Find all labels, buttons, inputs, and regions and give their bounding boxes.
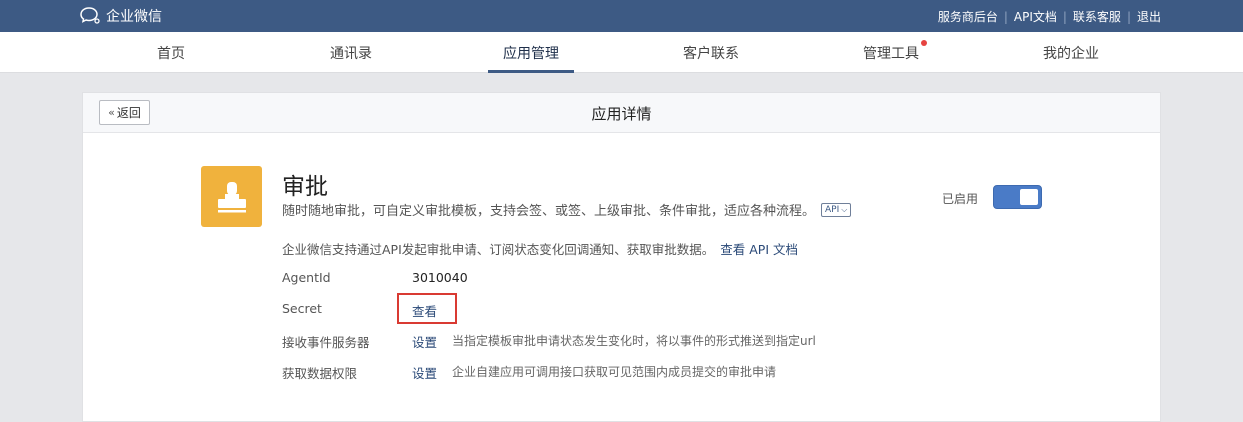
status-label: 已启用 bbox=[942, 192, 979, 206]
view-api-docs-link[interactable]: 查看 API 文档 bbox=[720, 242, 798, 257]
logo[interactable]: 企业微信 bbox=[80, 6, 162, 26]
divider: | bbox=[1003, 9, 1008, 24]
wecom-logo-icon bbox=[80, 7, 100, 24]
tab-management-tools[interactable]: 管理工具 bbox=[863, 43, 919, 63]
secret-highlight-box bbox=[397, 293, 457, 324]
app-name: 审批 bbox=[282, 174, 328, 200]
tab-contacts[interactable]: 通讯录 bbox=[330, 43, 372, 63]
app-description-text: 随时随地审批，可自定义审批模板，支持会签、或签、上级审批、条件审批，适应各种流程… bbox=[282, 204, 816, 219]
event-server-settings-link[interactable]: 设置 bbox=[412, 332, 437, 351]
active-tab-indicator bbox=[488, 70, 574, 73]
page-title: 应用详情 bbox=[591, 105, 652, 123]
top-bar: 企业微信 服务商后台 | API文档 | 联系客服 | 退出 bbox=[0, 0, 1243, 32]
tab-home[interactable]: 首页 bbox=[157, 43, 185, 63]
top-links: 服务商后台 | API文档 | 联系客服 | 退出 bbox=[938, 8, 1161, 25]
data-permission-settings-link[interactable]: 设置 bbox=[412, 363, 437, 382]
provider-console-link[interactable]: 服务商后台 bbox=[938, 8, 998, 25]
enable-toggle[interactable] bbox=[993, 185, 1042, 209]
event-server-hint: 当指定模板审批申请状态发生变化时，将以事件的形式推送到指定url bbox=[452, 334, 816, 348]
agentid-label: AgentId bbox=[282, 270, 331, 285]
tab-customer-contact[interactable]: 客户联系 bbox=[683, 43, 739, 63]
event-server-label: 接收事件服务器 bbox=[282, 335, 370, 350]
toggle-knob bbox=[1020, 189, 1038, 205]
logout-link[interactable]: 退出 bbox=[1137, 8, 1161, 25]
api-tag[interactable]: API ⌵ bbox=[821, 202, 852, 217]
api-note-text: 企业微信支持通过API发起审批申请、订阅状态变化回调通知、获取审批数据。 bbox=[282, 242, 715, 257]
app-detail-card: « 返回 应用详情 审批 随时随地审批，可自定义审批模板，支持会签、或签、上级审… bbox=[82, 92, 1161, 422]
divider: | bbox=[1062, 9, 1067, 24]
api-docs-link[interactable]: API文档 bbox=[1014, 8, 1057, 25]
tab-my-enterprise[interactable]: 我的企业 bbox=[1043, 43, 1099, 63]
divider: | bbox=[1126, 9, 1131, 24]
data-permission-hint: 企业自建应用可调用接口获取可见范围内成员提交的审批申请 bbox=[452, 365, 777, 379]
card-header: « 返回 应用详情 bbox=[83, 93, 1160, 133]
stamp-icon bbox=[201, 166, 262, 227]
api-note: 企业微信支持通过API发起审批申请、订阅状态变化回调通知、获取审批数据。 查看 A… bbox=[282, 239, 798, 258]
tab-app-management[interactable]: 应用管理 bbox=[503, 43, 559, 63]
app-description: 随时随地审批，可自定义审批模板，支持会签、或签、上级审批、条件审批，适应各种流程… bbox=[282, 200, 852, 219]
logo-text: 企业微信 bbox=[106, 9, 162, 25]
secret-label: Secret bbox=[282, 301, 322, 316]
contact-support-link[interactable]: 联系客服 bbox=[1073, 8, 1121, 25]
notification-dot bbox=[921, 40, 927, 46]
chevron-down-icon: ⌵ bbox=[841, 204, 848, 214]
data-permission-label: 获取数据权限 bbox=[282, 366, 358, 381]
api-tag-label: API bbox=[825, 204, 840, 215]
agentid-value: 3010040 bbox=[412, 270, 468, 285]
main-nav: 首页 通讯录 应用管理 客户联系 管理工具 我的企业 bbox=[0, 32, 1243, 73]
